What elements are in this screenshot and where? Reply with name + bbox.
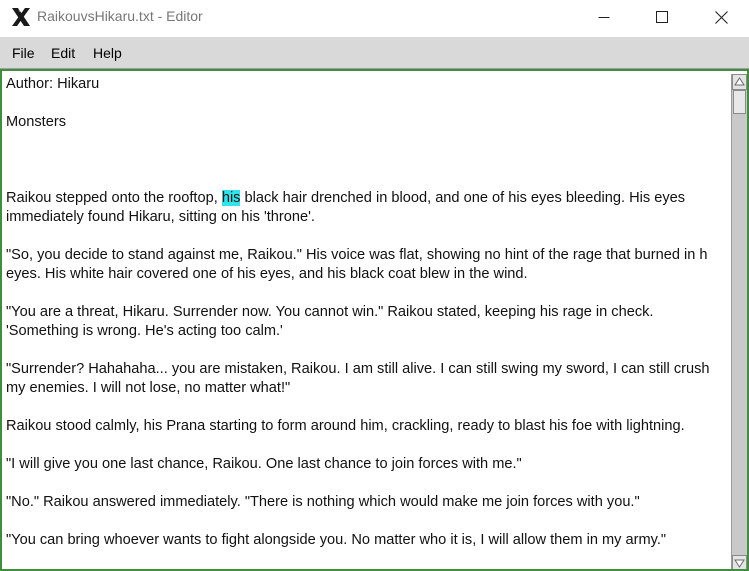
text-line: Raikou stood calmly, his Prana starting … <box>6 418 685 434</box>
scroll-down-button[interactable] <box>732 555 747 569</box>
scrollbar-thumb[interactable] <box>733 90 746 114</box>
text-line: "I will give you one last chance, Raikou… <box>6 456 522 472</box>
text-line <box>6 227 732 246</box>
title-bar: RaikouvsHikaru.txt - Editor <box>0 0 749 36</box>
text-editor-area[interactable]: Author: Hikaru Monsters Raikou stepped o… <box>0 69 749 571</box>
text-line <box>6 284 732 303</box>
arrow-up-icon <box>734 77 745 86</box>
text-line: eyes. His white hair covered one of his … <box>6 266 528 282</box>
text-line <box>6 341 732 360</box>
text-line <box>6 132 732 151</box>
text-line: my enemies. I will not lose, no matter w… <box>6 380 291 396</box>
text-line <box>6 436 732 455</box>
maximize-button[interactable] <box>639 0 685 34</box>
text-segment: Raikou stepped onto the rooftop, <box>6 190 222 206</box>
text-line: Monsters <box>6 114 67 130</box>
menu-edit[interactable]: Edit <box>51 45 75 61</box>
menu-bar: File Edit Help <box>0 37 749 69</box>
editor-window: RaikouvsHikaru.txt - Editor File Edit He… <box>0 0 749 571</box>
text-segment: black hair drenched in blood, and one of… <box>240 190 686 206</box>
menu-file[interactable]: File <box>12 45 35 61</box>
text-line: "You are a threat, Hikaru. Surrender now… <box>6 304 654 320</box>
text-line: "So, you decide to stand against me, Rai… <box>6 247 708 263</box>
minimize-icon <box>598 17 610 18</box>
text-line <box>6 512 732 531</box>
menu-help[interactable]: Help <box>93 45 122 61</box>
text-line <box>6 474 732 493</box>
text-line <box>6 170 732 189</box>
text-line <box>6 550 732 569</box>
arrow-down-icon <box>734 559 745 568</box>
close-icon <box>714 10 728 24</box>
window-title: RaikouvsHikaru.txt - Editor <box>37 8 203 24</box>
text-line <box>6 94 732 113</box>
text-line: "You can bring whoever wants to fight al… <box>6 532 667 548</box>
text-line-with-selection: Raikou stepped onto the rooftop, his bla… <box>6 189 732 208</box>
text-line <box>6 398 732 417</box>
selected-text-highlight: his <box>221 190 241 206</box>
maximize-icon <box>656 11 668 23</box>
text-line: immediately found Hikaru, sitting on his… <box>6 209 315 225</box>
text-line: "No." Raikou answered immediately. "Ther… <box>6 494 640 510</box>
close-button[interactable] <box>698 0 744 34</box>
text-line: 'Something is wrong. He's acting too cal… <box>6 323 283 339</box>
minimize-button[interactable] <box>581 0 627 34</box>
x-logo-icon <box>10 6 32 28</box>
scroll-up-button[interactable] <box>732 74 747 90</box>
text-line: Author: Hikaru <box>6 76 100 92</box>
text-line <box>6 151 732 170</box>
vertical-scrollbar[interactable] <box>731 74 747 569</box>
document-text[interactable]: Author: Hikaru Monsters Raikou stepped o… <box>6 75 732 569</box>
text-line: "Surrender? Hahahaha... you are mistaken… <box>6 361 710 377</box>
